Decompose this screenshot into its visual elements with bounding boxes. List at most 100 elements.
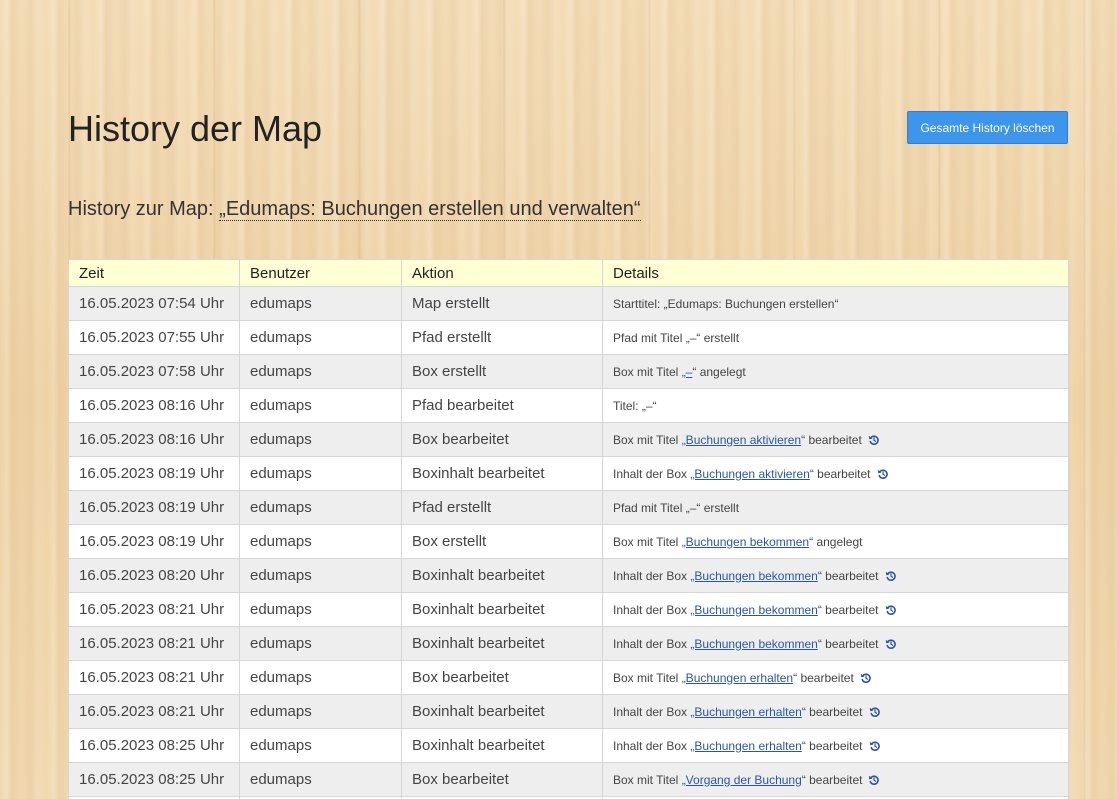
details-text: Inhalt der Box (613, 738, 691, 753)
cell-zeit: 16.05.2023 08:19 Uhr (68, 524, 240, 559)
undo-icon[interactable] (885, 604, 897, 616)
cell-aktion: Boxinhalt bearbeitet (401, 728, 603, 763)
box-title-link[interactable]: „– (682, 365, 693, 379)
details-text: Starttitel: „Edumaps: Buchungen erstelle… (613, 296, 839, 311)
cell-aktion: Box erstellt (401, 524, 603, 559)
cell-zeit: 16.05.2023 08:20 Uhr (68, 558, 240, 593)
table-row: 16.05.2023 08:16 Uhr edumaps Pfad bearbeit… (68, 388, 1069, 423)
column-header-zeit: Zeit (68, 259, 240, 287)
cell-details: Inhalt der Box „Buchungen erhalten“ bear… (602, 728, 1069, 763)
box-title-link[interactable]: „Vorgang der Buchung (682, 773, 802, 787)
cell-details: Inhalt der Box „Buchungen erhalten“ bear… (602, 694, 1069, 729)
details-suffix: “ bearbeitet (801, 738, 863, 753)
cell-aktion: Box bearbeitet (401, 762, 603, 797)
cell-benutzer: edumaps (239, 524, 402, 559)
column-header-aktion: Aktion (401, 259, 603, 287)
table-row: 16.05.2023 08:19 Uhr edumaps Pfad erstellt… (68, 490, 1069, 525)
table-row: 16.05.2023 08:19 Uhr edumaps Box erstellt B… (68, 524, 1069, 559)
details-suffix: “ angelegt (809, 534, 863, 549)
history-table-body: 16.05.2023 07:54 Uhr edumaps Map erstellt S… (68, 286, 1069, 799)
box-title-link[interactable]: „Buchungen bekommen (690, 569, 817, 583)
table-row: 16.05.2023 08:21 Uhr edumaps Boxinhalt bea… (68, 694, 1069, 729)
cell-aktion: Pfad erstellt (401, 320, 603, 355)
cell-aktion: Pfad erstellt (401, 490, 603, 525)
clear-history-button[interactable]: Gesamte History löschen (907, 111, 1068, 144)
cell-aktion: Box erstellt (401, 354, 603, 389)
cell-zeit: 16.05.2023 08:19 Uhr (68, 456, 240, 491)
map-link[interactable]: „Edumaps: Buchungen erstellen und verwal… (219, 198, 641, 221)
cell-zeit: 16.05.2023 08:21 Uhr (68, 626, 240, 661)
cell-aktion: Pfad bearbeitet (401, 388, 603, 423)
table-row: 16.05.2023 07:55 Uhr edumaps Pfad erstellt… (68, 320, 1069, 355)
table-row: 16.05.2023 08:21 Uhr edumaps Boxinhalt bea… (68, 592, 1069, 627)
cell-aktion: Map erstellt (401, 286, 603, 321)
table-row: 16.05.2023 07:54 Uhr edumaps Map erstellt S… (68, 286, 1069, 321)
box-title-link[interactable]: „Buchungen bekommen (690, 603, 817, 617)
undo-icon[interactable] (868, 774, 880, 786)
cell-zeit: 16.05.2023 08:16 Uhr (68, 388, 240, 423)
table-row: 16.05.2023 07:58 Uhr edumaps Box erstellt B… (68, 354, 1069, 389)
undo-icon[interactable] (869, 740, 881, 752)
undo-icon[interactable] (877, 468, 889, 480)
table-row: 16.05.2023 08:25 Uhr edumaps Boxinhalt bea… (68, 728, 1069, 763)
cell-aktion: Box bearbeitet (401, 660, 603, 695)
details-text: Box mit Titel (613, 534, 682, 549)
box-title-link[interactable]: „Buchungen aktivieren (690, 467, 809, 481)
cell-aktion: Boxinhalt bearbeitet (401, 456, 603, 491)
column-header-benutzer: Benutzer (239, 259, 402, 287)
cell-zeit: 16.05.2023 08:19 Uhr (68, 490, 240, 525)
box-title-link[interactable]: „Buchungen bekommen (690, 637, 817, 651)
cell-aktion: Boxinhalt bearbeitet (401, 626, 603, 661)
history-table: Zeit Benutzer Aktion Details 16.05.2023 … (68, 259, 1069, 799)
cell-zeit: 16.05.2023 07:54 Uhr (68, 286, 240, 321)
box-title-link[interactable]: „Buchungen bekommen (682, 535, 809, 549)
cell-benutzer: edumaps (239, 354, 402, 389)
cell-benutzer: edumaps (239, 320, 402, 355)
subtitle-prefix: History zur Map: (68, 198, 220, 220)
undo-icon[interactable] (885, 570, 897, 582)
details-text: Inhalt der Box (613, 704, 691, 719)
cell-benutzer: edumaps (239, 558, 402, 593)
box-title-link[interactable]: „Buchungen aktivieren (682, 433, 801, 447)
cell-details: Pfad mit Titel „–“ erstellt (602, 490, 1069, 525)
cell-details: Pfad mit Titel „–“ erstellt (602, 320, 1069, 355)
cell-benutzer: edumaps (239, 626, 402, 661)
details-suffix: “ bearbeitet (817, 568, 879, 583)
cell-aktion: Boxinhalt bearbeitet (401, 558, 603, 593)
cell-details: Titel: „–“ (602, 388, 1069, 423)
cell-benutzer: edumaps (239, 762, 402, 797)
details-text: Box mit Titel (613, 364, 682, 379)
cell-benutzer: edumaps (239, 388, 402, 423)
details-text: Inhalt der Box (613, 636, 691, 651)
cell-zeit: 16.05.2023 08:21 Uhr (68, 694, 240, 729)
box-title-link[interactable]: „Buchungen erhalten (690, 705, 801, 719)
cell-benutzer: edumaps (239, 694, 402, 729)
details-text: Box mit Titel (613, 432, 682, 447)
details-suffix: “ bearbeitet (817, 602, 879, 617)
cell-details: Box mit Titel „–“ angelegt (602, 354, 1069, 389)
undo-icon[interactable] (885, 638, 897, 650)
cell-benutzer: edumaps (239, 286, 402, 321)
undo-icon[interactable] (869, 706, 881, 718)
details-suffix: “ bearbeitet (801, 704, 863, 719)
cell-details: Inhalt der Box „Buchungen bekommen“ bear… (602, 626, 1069, 661)
undo-icon[interactable] (868, 434, 880, 446)
table-row: 16.05.2023 08:16 Uhr edumaps Box bearbeite… (68, 422, 1069, 457)
details-text: Inhalt der Box (613, 602, 691, 617)
box-title-link[interactable]: „Buchungen erhalten (682, 671, 793, 685)
table-row: 16.05.2023 08:20 Uhr edumaps Boxinhalt bea… (68, 558, 1069, 593)
box-title-link[interactable]: „Buchungen erhalten (690, 739, 801, 753)
table-row: 16.05.2023 08:21 Uhr edumaps Box bearbeite… (68, 660, 1069, 695)
table-row: 16.05.2023 08:25 Uhr edumaps Box bearbeite… (68, 762, 1069, 797)
page-title: History der Map (68, 108, 323, 149)
cell-benutzer: edumaps (239, 728, 402, 763)
cell-zeit: 16.05.2023 08:25 Uhr (68, 762, 240, 797)
table-header-row: Zeit Benutzer Aktion Details (68, 259, 1069, 287)
cell-details: Starttitel: „Edumaps: Buchungen erstelle… (602, 286, 1069, 321)
cell-zeit: 16.05.2023 08:21 Uhr (68, 592, 240, 627)
details-text: Inhalt der Box (613, 568, 691, 583)
details-text: Inhalt der Box (613, 466, 691, 481)
undo-icon[interactable] (860, 672, 872, 684)
cell-benutzer: edumaps (239, 490, 402, 525)
cell-details: Inhalt der Box „Buchungen bekommen“ bear… (602, 592, 1069, 627)
